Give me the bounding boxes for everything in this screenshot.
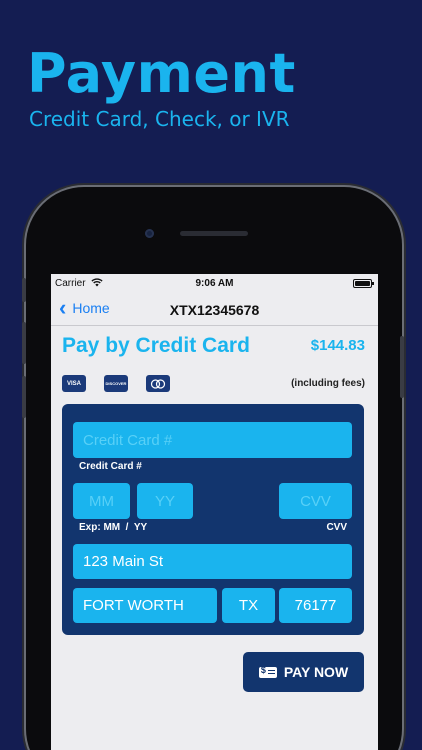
payment-amount: $144.83 bbox=[310, 337, 365, 354]
exp-label: Exp: MM / YY bbox=[79, 522, 148, 533]
zip-input[interactable]: 76177 bbox=[279, 588, 352, 623]
nav-title: XTX12345678 bbox=[169, 302, 260, 318]
pay-now-button[interactable]: PAY NOW bbox=[243, 652, 364, 692]
payment-title: Pay by Credit Card bbox=[62, 334, 250, 357]
phone-power-button bbox=[400, 336, 404, 398]
phone-volume-up bbox=[22, 322, 26, 364]
card-number-input[interactable]: Credit Card # bbox=[73, 422, 352, 458]
navigation-bar: ‹ Home XTX12345678 bbox=[51, 294, 378, 326]
promo-subheadline: Credit Card, Check, or IVR bbox=[29, 107, 290, 131]
exp-year-input[interactable]: YY bbox=[137, 483, 193, 519]
cvv-label: CVV bbox=[326, 522, 347, 533]
exp-month-input[interactable]: MM bbox=[73, 483, 130, 519]
city-input[interactable]: FORT WORTH bbox=[73, 588, 217, 623]
state-input[interactable]: TX bbox=[222, 588, 275, 623]
status-bar: Carrier 9:06 AM bbox=[51, 274, 378, 294]
front-camera bbox=[145, 229, 154, 238]
card-number-label: Credit Card # bbox=[79, 461, 142, 472]
phone-mute-switch bbox=[22, 278, 26, 302]
card-logos: VISA DISCOVER MC bbox=[62, 375, 170, 392]
fees-note: (including fees) bbox=[291, 378, 365, 389]
discover-icon: DISCOVER bbox=[104, 375, 128, 392]
status-time: 9:06 AM bbox=[195, 278, 234, 289]
app-screen: Carrier 9:06 AM ‹ Home XTX12345678 Pay b… bbox=[51, 274, 378, 750]
battery-icon bbox=[353, 279, 374, 288]
phone-volume-down bbox=[22, 376, 26, 418]
mastercard-icon: MC bbox=[146, 375, 170, 392]
cvv-input[interactable]: CVV bbox=[279, 483, 352, 519]
pay-now-label: PAY NOW bbox=[283, 664, 349, 680]
promo-headline: Payment bbox=[27, 42, 296, 105]
visa-icon: VISA bbox=[62, 375, 86, 392]
street-input[interactable]: 123 Main St bbox=[73, 544, 352, 579]
earpiece-speaker bbox=[180, 231, 248, 236]
payment-form: Credit Card # Credit Card # MM YY CVV Ex… bbox=[62, 404, 364, 635]
money-icon bbox=[258, 665, 277, 678]
